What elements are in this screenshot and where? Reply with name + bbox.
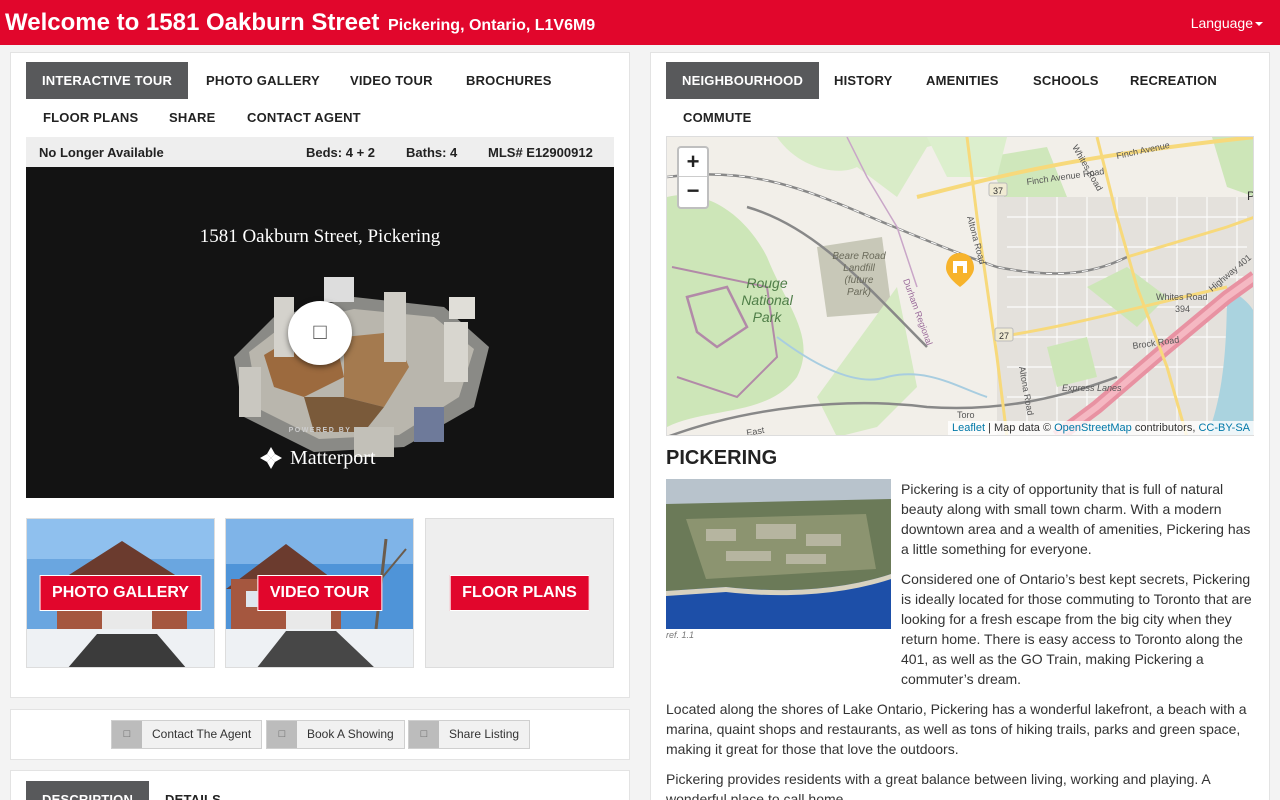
video-tour-button[interactable]: VIDEO TOUR bbox=[256, 575, 383, 611]
contact-agent-label: Contact The Agent bbox=[152, 727, 252, 741]
leaflet-link[interactable]: Leaflet bbox=[952, 422, 985, 434]
share-icon: □ bbox=[409, 721, 439, 748]
tab-amenities[interactable]: AMENITIES bbox=[910, 62, 1015, 99]
language-dropdown[interactable]: Language bbox=[1191, 15, 1263, 31]
matterport-icon bbox=[260, 447, 282, 469]
dollhouse-model-image bbox=[234, 277, 489, 457]
contact-agent-button[interactable]: □ Contact The Agent bbox=[111, 720, 263, 749]
city-paragraph-4: Pickering provides residents with a grea… bbox=[666, 771, 1210, 800]
map-label-beare1: Beare Road bbox=[832, 251, 886, 262]
share-listing-button[interactable]: □ Share Listing bbox=[408, 720, 531, 749]
float-spacer bbox=[666, 569, 901, 689]
map-label-p: P bbox=[1247, 189, 1254, 203]
listing-beds: Beds: 4 + 2 bbox=[306, 145, 376, 160]
language-label: Language bbox=[1190, 15, 1253, 31]
map-label-rouge2: National bbox=[741, 292, 793, 308]
tab-share[interactable]: SHARE bbox=[153, 99, 232, 136]
city-paragraph-1: Pickering is a city of opportunity that … bbox=[901, 481, 1251, 557]
tab-brochures[interactable]: BROCHURES bbox=[450, 62, 568, 99]
map-label-r27: 27 bbox=[999, 331, 1009, 341]
city-paragraph-3: Located along the shores of Lake Ontario… bbox=[666, 701, 1247, 757]
listing-info-bar: No Longer Available Beds: 4 + 2 Baths: 4… bbox=[26, 137, 614, 167]
city-paragraph-2-text: Considered one of Ontario’s best kept se… bbox=[901, 571, 1252, 687]
zoom-out-button[interactable]: − bbox=[679, 177, 707, 206]
page-subtitle: Pickering, Ontario, L1V6M9 bbox=[388, 17, 596, 34]
listing-baths: Baths: 4 bbox=[406, 145, 458, 160]
tab-contact-agent[interactable]: CONTACT AGENT bbox=[231, 99, 377, 136]
photo-gallery-button[interactable]: PHOTO GALLERY bbox=[39, 575, 202, 611]
play-icon[interactable]: □ bbox=[288, 301, 352, 365]
map-attribution: Leaflet | Map data © OpenStreetMap contr… bbox=[948, 421, 1254, 435]
tab-schools[interactable]: SCHOOLS bbox=[1017, 62, 1115, 99]
share-listing-label: Share Listing bbox=[449, 727, 520, 741]
video-tour-thumb[interactable]: VIDEO TOUR bbox=[225, 518, 414, 668]
map-label-express: Express Lanes bbox=[1062, 383, 1122, 393]
tab-history[interactable]: HISTORY bbox=[818, 62, 908, 99]
tab-description[interactable]: DESCRIPTION bbox=[26, 781, 150, 800]
floor-plans-button[interactable]: FLOOR PLANS bbox=[449, 575, 590, 611]
osm-link[interactable]: OpenStreetMap bbox=[1054, 422, 1132, 434]
tab-video-tour[interactable]: VIDEO TOUR bbox=[334, 62, 449, 99]
map-label-beare2: Landfill bbox=[843, 263, 875, 274]
map-label-r37: 37 bbox=[993, 186, 1003, 196]
tab-recreation[interactable]: RECREATION bbox=[1114, 62, 1233, 99]
powered-by-label: POWERED BY bbox=[288, 427, 352, 434]
map-label-toro: Toro bbox=[957, 410, 975, 420]
neighbourhood-map[interactable]: Rouge National Park Beare Road Landfill … bbox=[666, 136, 1254, 436]
floor-plans-thumb[interactable]: FLOOR PLANS bbox=[425, 518, 614, 668]
tab-neighbourhood[interactable]: NEIGHBOURHOOD bbox=[666, 62, 820, 99]
caret-down-icon bbox=[1255, 22, 1263, 27]
map-label-beare3: (future bbox=[845, 275, 874, 286]
attribution-text: | Map data © bbox=[988, 422, 1052, 434]
attribution-contrib: contributors, bbox=[1134, 422, 1196, 434]
tab-photo-gallery[interactable]: PHOTO GALLERY bbox=[190, 62, 336, 99]
interactive-tour-viewer[interactable]: 1581 Oakburn Street, Pickering □ POWERED… bbox=[26, 167, 614, 498]
book-showing-label: Book A Showing bbox=[307, 727, 394, 741]
city-title: PICKERING bbox=[666, 447, 778, 469]
book-showing-button[interactable]: □ Book A Showing bbox=[266, 720, 405, 749]
tab-details[interactable]: DETAILS bbox=[149, 781, 237, 800]
matterport-logo: Matterport bbox=[258, 445, 376, 471]
page-title-text: Welcome to 1581 Oakburn Street bbox=[5, 9, 380, 36]
tab-interactive-tour[interactable]: INTERACTIVE TOUR bbox=[26, 62, 189, 99]
tour-title: 1581 Oakburn Street, Pickering bbox=[199, 226, 441, 247]
listing-status: No Longer Available bbox=[39, 145, 164, 160]
tab-commute[interactable]: COMMUTE bbox=[667, 99, 768, 136]
map-zoom-control: + − bbox=[677, 146, 709, 209]
matterport-brand: Matterport bbox=[290, 446, 376, 469]
envelope-icon: □ bbox=[112, 721, 142, 748]
zoom-in-button[interactable]: + bbox=[679, 148, 707, 177]
page-title: Welcome to 1581 Oakburn Street Pickering… bbox=[5, 9, 595, 37]
listing-mls: MLS# E12900912 bbox=[488, 145, 593, 160]
city-paragraph-2: Considered one of Ontario’s best kept se… bbox=[666, 569, 1256, 689]
map-label-beare4: Park) bbox=[847, 287, 871, 298]
photo-gallery-thumb[interactable]: PHOTO GALLERY bbox=[26, 518, 215, 668]
calendar-icon: □ bbox=[267, 721, 297, 748]
map-label-whites-num: 394 bbox=[1175, 304, 1190, 314]
license-link[interactable]: CC-BY-SA bbox=[1198, 422, 1250, 434]
map-label-whites-road: Whites Road bbox=[1156, 292, 1208, 302]
map-label-rouge3: Park bbox=[753, 309, 783, 325]
map-label-rouge1: Rouge bbox=[746, 275, 787, 291]
site-header: Welcome to 1581 Oakburn Street Pickering… bbox=[0, 0, 1280, 45]
map-tiles: Rouge National Park Beare Road Landfill … bbox=[667, 137, 1254, 435]
tab-floor-plans[interactable]: FLOOR PLANS bbox=[27, 99, 154, 136]
